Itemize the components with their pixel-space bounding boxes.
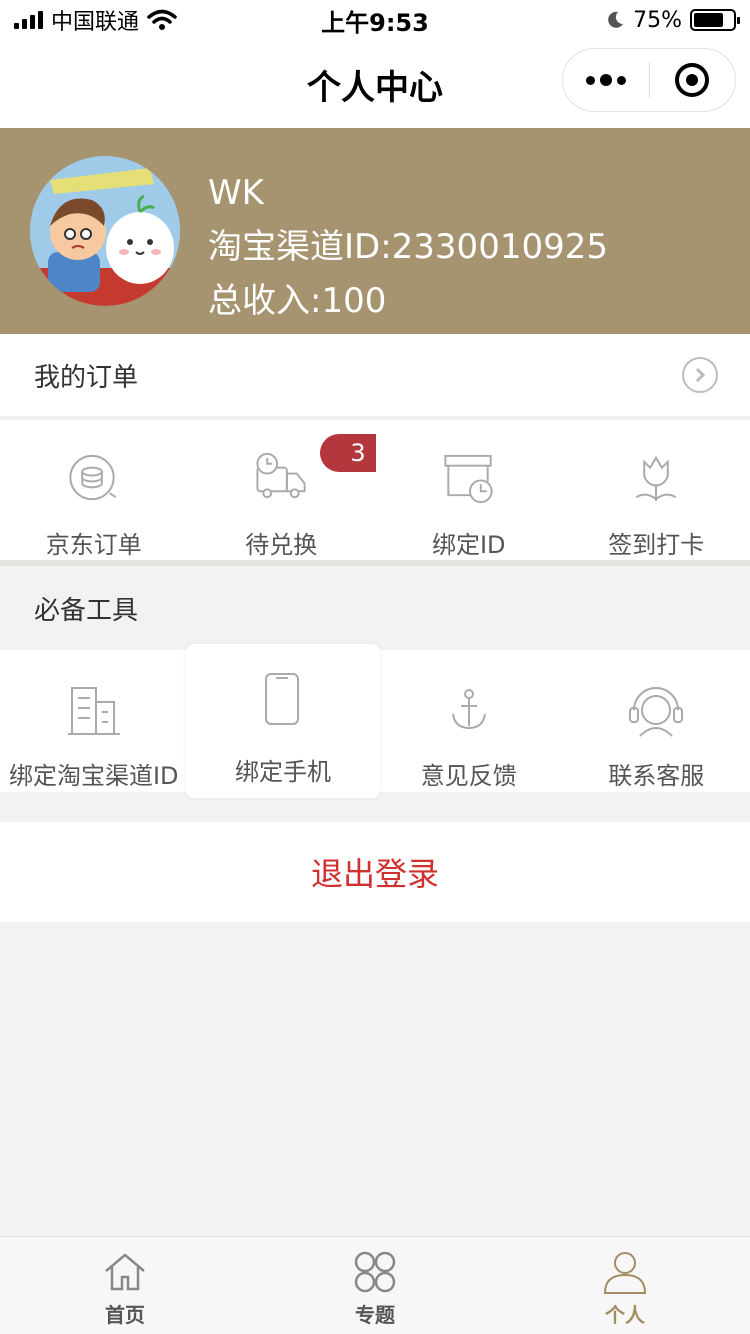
status-right: 75%: [605, 7, 740, 33]
target-close-icon: [675, 63, 710, 97]
order-item-label: 绑定ID: [431, 531, 506, 559]
tool-bind-taobao-id[interactable]: 绑定淘宝渠道ID: [0, 650, 188, 792]
orders-title: 我的订单: [34, 362, 139, 393]
delivery-truck-icon: [256, 452, 306, 499]
order-item-label: 京东订单: [45, 531, 142, 559]
pending-count-badge: 3: [320, 434, 376, 472]
phone-icon: [265, 673, 299, 725]
tab-topics[interactable]: 专题: [250, 1237, 500, 1334]
battery-icon: [690, 9, 740, 31]
box-clock-icon: [444, 454, 493, 504]
moon-icon: [608, 11, 624, 28]
battery-level: [694, 13, 723, 27]
more-button[interactable]: [563, 49, 649, 111]
mini-program-capsule: [562, 48, 736, 112]
signal-icon: [14, 11, 43, 29]
avatar[interactable]: [30, 156, 180, 306]
coin-stack-icon: [69, 454, 116, 501]
anchor-icon: [451, 689, 486, 730]
tool-label: 绑定手机: [235, 758, 331, 786]
building-icon: [67, 687, 120, 735]
profile-header: WK 淘宝渠道ID:2330010925 总收入:100: [0, 128, 750, 334]
order-item-label: 签到打卡: [608, 531, 705, 559]
close-button[interactable]: [650, 49, 736, 111]
order-item-label: 待兑换: [245, 531, 318, 559]
avatar-image: [30, 156, 180, 306]
tab-bar: 首页 专题 个人: [0, 1236, 750, 1334]
total-income: 总收入:100: [208, 281, 387, 321]
page-title: 个人中心: [307, 67, 443, 108]
tool-label: 意见反馈: [420, 762, 517, 790]
person-icon: [603, 1252, 647, 1294]
battery-percent: 75%: [633, 7, 682, 33]
tool-label: 绑定淘宝渠道ID: [8, 762, 179, 790]
tab-label: 首页: [105, 1303, 145, 1327]
headset-icon: [629, 687, 684, 737]
tab-label: 专题: [355, 1303, 395, 1327]
tools-header: 必备工具: [0, 566, 750, 650]
taobao-channel-id: 淘宝渠道ID:2330010925: [208, 227, 608, 267]
order-item-checkin[interactable]: 签到打卡: [563, 420, 750, 560]
orders-header[interactable]: 我的订单: [0, 334, 750, 418]
clover-icon: [354, 1251, 396, 1293]
tab-label: 个人: [605, 1303, 645, 1327]
profile-info: WK 淘宝渠道ID:2330010925 总收入:100: [208, 166, 608, 328]
tab-home[interactable]: 首页: [0, 1237, 250, 1334]
tool-bind-phone[interactable]: 绑定手机: [186, 644, 380, 798]
home-icon: [105, 1253, 145, 1291]
order-item-bind-id[interactable]: 绑定ID: [375, 420, 563, 560]
tool-label: 联系客服: [608, 762, 705, 790]
status-bar: 中国联通 上午9:53 75%: [0, 0, 750, 40]
logout-button[interactable]: 退出登录: [0, 822, 750, 922]
order-item-jd[interactable]: 京东订单: [0, 420, 188, 560]
tool-feedback[interactable]: 意见反馈: [375, 650, 563, 792]
status-left: 中国联通: [14, 4, 177, 36]
more-dots-icon: [585, 74, 626, 86]
chevron-right-icon[interactable]: [682, 357, 718, 393]
tab-profile[interactable]: 个人: [500, 1237, 750, 1334]
carrier-label: 中国联通: [51, 10, 140, 35]
tulip-icon: [636, 455, 677, 502]
nav-bar: 个人中心: [0, 40, 750, 128]
tool-customer-service[interactable]: 联系客服: [563, 650, 750, 792]
user-name: WK: [208, 173, 264, 213]
wifi-icon: [147, 9, 177, 30]
tools-title: 必备工具: [34, 595, 139, 626]
